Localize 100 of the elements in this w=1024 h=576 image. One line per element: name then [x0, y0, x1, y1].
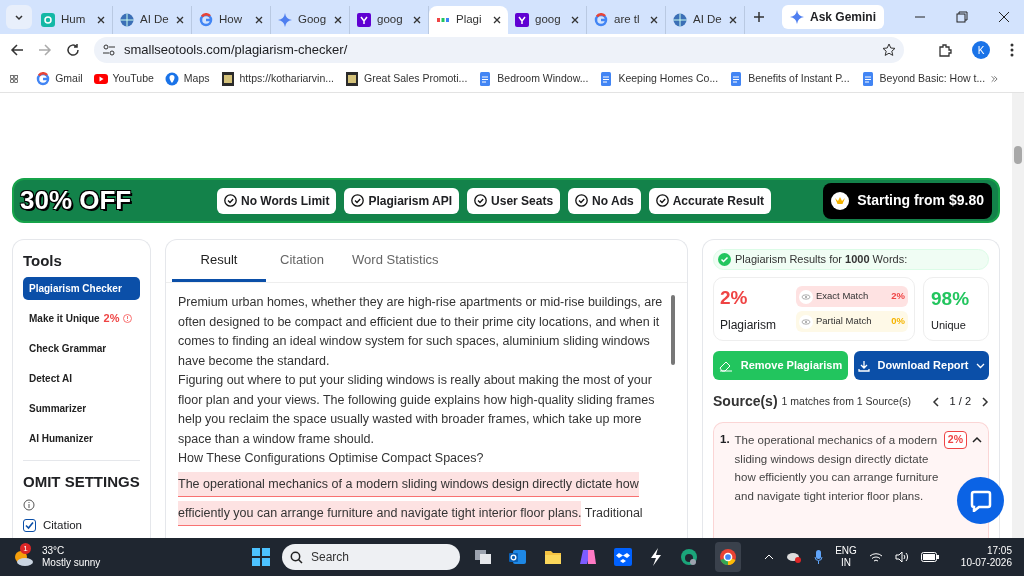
tab-title: are tl [614, 12, 641, 28]
close-icon[interactable] [413, 16, 421, 24]
match-percent: 0% [891, 314, 905, 329]
close-icon[interactable] [97, 16, 105, 24]
language-indicator[interactable]: ENG IN [835, 545, 857, 569]
promo-banner[interactable]: 30% OFF No Words Limit Plagiarism API User Seats No Ads Accurate Result Starting from $9.80 [12, 178, 1000, 223]
paragraph: Figuring out where to put your sliding windows is really about making the most of your floor plan and your views. The following guide explains how high-quality sliding frames help you reclaim the space usually wasted with broader frames, which take up more space than a window frame should. [178, 372, 656, 448]
chevron-up-icon[interactable] [972, 435, 982, 445]
close-icon[interactable] [176, 16, 184, 24]
feature-pill: User Seats [467, 187, 561, 214]
source-text: The operational mechanics of a modern sliding windows design directly dictate how efficiently you can arrange furniture and navigate tight interior floor plans. [734, 433, 939, 504]
back-icon[interactable] [10, 43, 24, 57]
menu-icon[interactable] [1010, 43, 1014, 57]
close-icon[interactable] [255, 16, 263, 24]
check-circle-icon [575, 194, 589, 207]
page-scrollbar-thumb[interactable] [1014, 146, 1022, 164]
restore-icon[interactable] [956, 11, 968, 23]
chrome-taskbar-button[interactable] [715, 542, 741, 572]
info-icon[interactable] [23, 499, 35, 511]
page-scrollbar-track[interactable] [1012, 93, 1024, 538]
paragraph: Premium urban homes, whether they are high-rise apartments or mid-rise buildings, are often designed to be compact and efficient due to their prime city locations, and when it comes to finding an ideal window system for such spaces, aluminium sliding windows have become the standard. [178, 294, 664, 370]
tool-menu-item[interactable]: Summarizer [23, 396, 140, 420]
close-icon[interactable] [998, 11, 1010, 23]
result-tab[interactable]: Citation [266, 240, 339, 282]
lightning-app-icon[interactable] [649, 548, 663, 566]
cloud-icon[interactable] [786, 551, 803, 563]
browser-tab[interactable]: Plagi [429, 6, 508, 34]
page-indicator: 1 / 2 [949, 394, 971, 410]
microphone-icon[interactable] [814, 550, 824, 564]
search-icon [290, 550, 303, 564]
site-settings-icon[interactable] [102, 43, 116, 57]
close-icon[interactable] [571, 16, 579, 24]
close-icon[interactable] [493, 16, 501, 24]
more-bookmarks-icon[interactable] [991, 74, 998, 84]
bookmark[interactable]: Bedroom Window... [474, 71, 593, 87]
alert-icon [123, 313, 133, 323]
result-tab[interactable]: Result [172, 240, 266, 282]
download-report-button[interactable]: Download Report [854, 351, 989, 380]
wifi-icon[interactable] [868, 551, 883, 563]
eraser-icon [718, 359, 733, 372]
new-tab-icon[interactable] [753, 11, 765, 23]
citation-option[interactable]: Citation [23, 517, 140, 535]
folder-icon[interactable] [544, 549, 562, 565]
result-tab[interactable]: Word Statistics [338, 240, 453, 282]
close-icon[interactable] [334, 16, 342, 24]
bookmark[interactable]: Beyond Basic: How t... [856, 71, 990, 87]
close-icon[interactable] [729, 16, 737, 24]
profile-avatar[interactable]: K [972, 41, 990, 59]
tool-menu-item[interactable]: Check Grammar [23, 336, 140, 360]
document-icon [599, 72, 614, 86]
copilot-icon[interactable] [579, 549, 597, 565]
pricing-button[interactable]: Starting from $9.80 [823, 182, 992, 219]
map-pin-icon [164, 72, 179, 86]
bookmark[interactable]: Keeping Homes Co... [595, 71, 723, 87]
next-icon[interactable] [981, 396, 989, 407]
bookmark[interactable]: Benefits of Instant P... [725, 71, 854, 87]
tool-menu-item[interactable]: AI Humanizer [23, 426, 140, 450]
chevron-up-icon[interactable] [764, 554, 775, 560]
bookmark-star-icon[interactable] [882, 43, 896, 57]
section-title: OMIT SETTINGS [23, 471, 140, 492]
dropbox-icon[interactable] [614, 548, 632, 566]
start-icon[interactable] [252, 548, 270, 566]
volume-icon[interactable] [894, 551, 909, 563]
document-icon [729, 72, 744, 86]
tab-title: Plagi [456, 12, 483, 28]
reload-icon[interactable] [66, 43, 80, 57]
tab-search-button[interactable] [6, 5, 32, 29]
bookmark[interactable]: YouTube [89, 71, 158, 87]
tool-menu-item[interactable]: Make it Unique 2% [23, 306, 140, 330]
globe-icon [120, 13, 134, 27]
match-chip[interactable]: Partial Match 0% [796, 311, 908, 332]
task-view-icon[interactable] [474, 549, 492, 565]
tool-label: Make it Unique [29, 311, 100, 326]
bookmark[interactable]: Maps [160, 71, 214, 87]
tab-title: goog [535, 12, 562, 28]
bookmark[interactable]: Gmail [32, 71, 87, 87]
close-icon[interactable] [650, 16, 658, 24]
tool-label: Summarizer [29, 401, 87, 416]
tool-menu-item[interactable]: Detect AI [23, 366, 140, 390]
mail-app-icon[interactable] [509, 549, 527, 565]
battery-icon[interactable] [920, 552, 939, 562]
scrollbar-thumb[interactable] [671, 295, 675, 365]
address-bar[interactable]: smallseotools.com/plagiarism-checker/ [94, 37, 904, 63]
previous-icon[interactable] [931, 396, 940, 407]
check-circle-icon [718, 253, 731, 266]
checkbox[interactable] [23, 519, 36, 533]
edge-icon[interactable] [680, 548, 698, 566]
ask-gemini-button[interactable]: Ask Gemini [781, 5, 884, 29]
match-chip[interactable]: Exact Match 2% [796, 286, 908, 307]
notification-badge: 1 [20, 543, 31, 554]
extensions-icon[interactable] [938, 43, 952, 57]
chat-bubble-icon [969, 489, 992, 512]
sources-count: 1 matches from 1 Source(s) [781, 393, 913, 409]
sources-title: Source(s) [713, 392, 778, 411]
apps-grid-icon[interactable] [10, 73, 19, 85]
taskbar-search-field[interactable]: Search [282, 544, 460, 570]
bookmark[interactable]: https://kothariarvin... [216, 71, 339, 87]
tool-menu-item[interactable]: Plagiarism Checker [23, 276, 140, 300]
bookmark[interactable]: Great Sales Promoti... [341, 71, 472, 87]
clock[interactable]: 17:05 10-07-2026 [960, 545, 1012, 569]
